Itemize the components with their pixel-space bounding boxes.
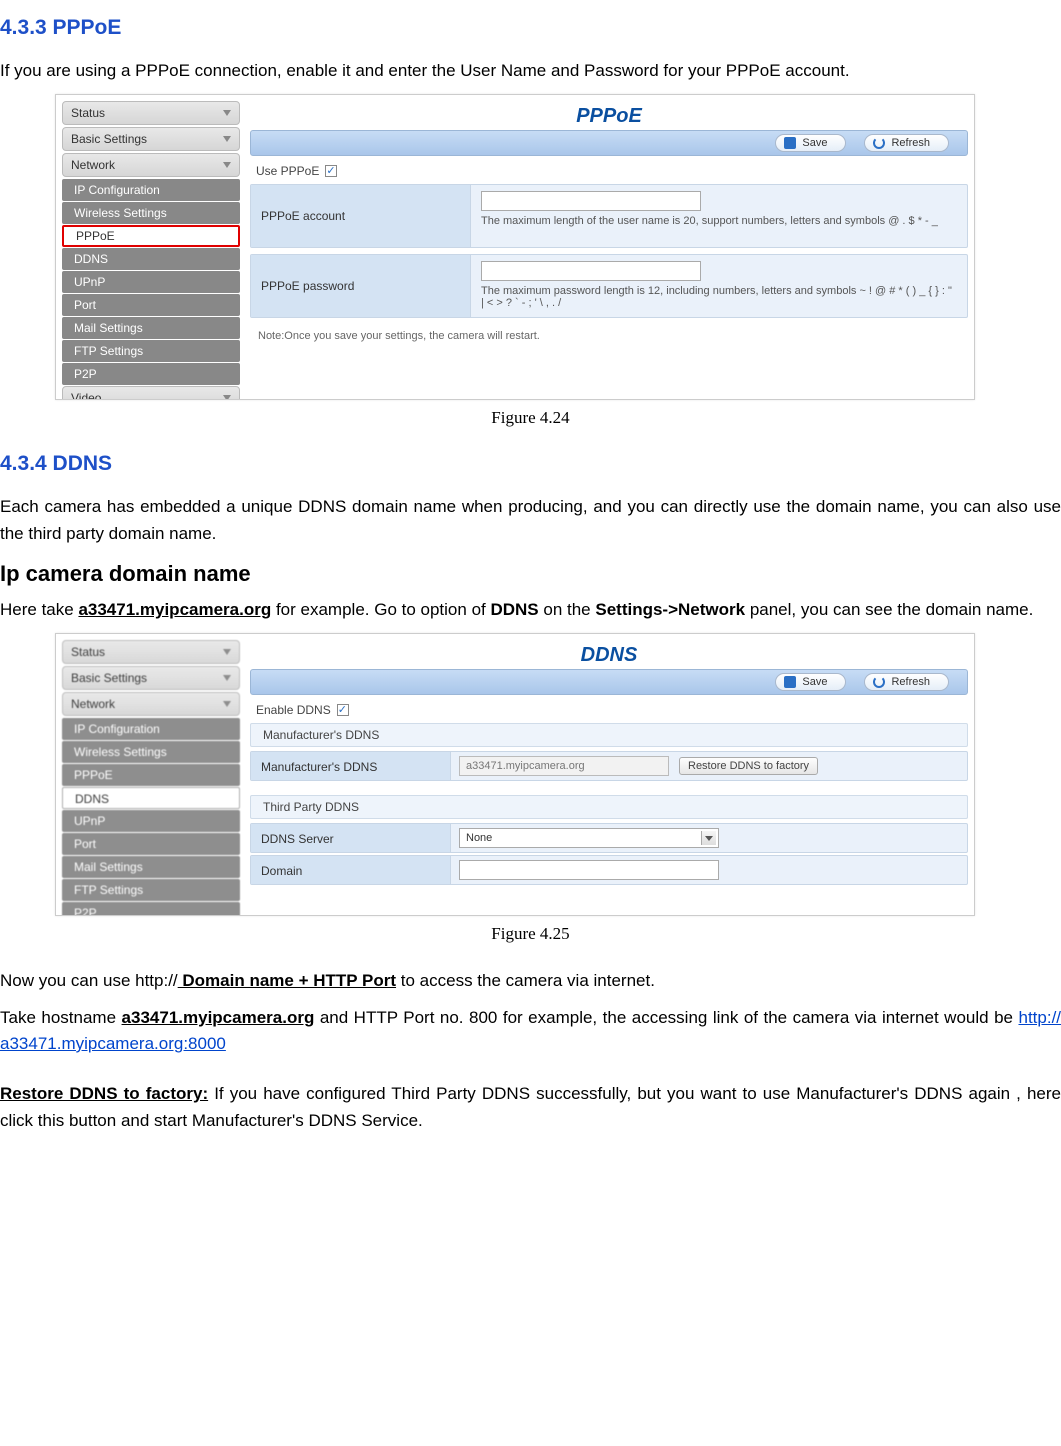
refresh-label: Refresh: [891, 137, 930, 149]
toolbar: Save Refresh: [250, 669, 968, 695]
sidebar-item-network[interactable]: Network: [62, 692, 240, 716]
section-heading-ddns: 4.3.4 DDNS: [0, 452, 1061, 476]
pppoe-password-row: PPPoE password The maximum password leng…: [250, 254, 968, 318]
sidebar-sub-wireless-settings[interactable]: Wireless Settings: [62, 202, 240, 224]
pppoe-account-row: PPPoE account The maximum length of the …: [250, 184, 968, 248]
group-third-party-ddns: Third Party DDNS: [250, 795, 968, 819]
save-icon: [784, 676, 796, 688]
section-heading-pppoe: 4.3.3 PPPoE: [0, 16, 1061, 40]
sidebar-item-basic-settings[interactable]: Basic Settings: [62, 127, 240, 151]
txt: panel, you can see the domain name.: [745, 600, 1033, 619]
save-button[interactable]: Save: [775, 134, 846, 152]
sidebar-sub-p2p[interactable]: P2P: [62, 363, 240, 385]
settings-bold: Settings->Network: [595, 600, 745, 619]
txt: to access the camera via internet.: [396, 971, 655, 990]
txt: Here take: [0, 600, 78, 619]
use-pppoe-row: Use PPPoE: [250, 162, 968, 184]
restore-ddns-button[interactable]: Restore DDNS to factory: [679, 757, 818, 775]
sidebar-sub-port[interactable]: Port: [62, 833, 240, 855]
pppoe-password-input[interactable]: [481, 261, 701, 281]
sidebar-sub-ddns[interactable]: DDNS: [62, 787, 240, 809]
txt: and HTTP Port no. 800 for example, the a…: [314, 1008, 1018, 1027]
ddns-domain-input[interactable]: [459, 860, 719, 880]
txt: Take hostname: [0, 1008, 122, 1027]
panel-title: PPPoE: [250, 101, 968, 130]
restart-note: Note:Once you save your settings, the ca…: [250, 324, 968, 348]
sidebar-sub-mail-settings[interactable]: Mail Settings: [62, 856, 240, 878]
sidebar-item-status[interactable]: Status: [62, 101, 240, 125]
ip-camera-domain-heading: Ip camera domain name: [0, 561, 1061, 587]
group-manufacturers-ddns: Manufacturer's DDNS: [250, 723, 968, 747]
ddns-screenshot: Status Basic Settings Network IP Configu…: [55, 633, 975, 916]
refresh-icon: [873, 137, 885, 149]
sidebar-sub-pppoe[interactable]: PPPoE: [62, 764, 240, 786]
sidebar-sub-ftp-settings[interactable]: FTP Settings: [62, 340, 240, 362]
ddns-domain-label: Domain: [251, 856, 451, 884]
pppoe-account-hint: The maximum length of the user name is 2…: [481, 215, 938, 227]
example-domain: a33471.myipcamera.org: [78, 600, 271, 619]
sidebar-sub-ip-configuration[interactable]: IP Configuration: [62, 718, 240, 740]
panel-title: DDNS: [250, 640, 968, 669]
use-pppoe-label: Use PPPoE: [256, 164, 319, 178]
main-panel: DDNS Save Refresh Enable DDNS Manufactur…: [250, 640, 968, 909]
ddns-server-row: DDNS Server None: [250, 823, 968, 853]
refresh-icon: [873, 676, 885, 688]
manufacturers-ddns-row: Manufacturer's DDNS a33471.myipcamera.or…: [250, 751, 968, 781]
hostname-value: a33471.myipcamera.org: [122, 1008, 315, 1027]
ddns-server-select[interactable]: None: [459, 828, 719, 848]
access-instruction: Now you can use http:// Domain name + HT…: [0, 968, 1061, 994]
txt: Now you can use http://: [0, 971, 178, 990]
figure-caption-2: Figure 4.25: [0, 924, 1061, 944]
mfg-ddns-label: Manufacturer's DDNS: [251, 752, 451, 780]
main-panel: PPPoE Save Refresh Use PPPoE PPPoE accou…: [250, 101, 968, 393]
domain-plus-port: Domain name + HTTP Port: [178, 971, 396, 990]
save-icon: [784, 137, 796, 149]
restore-ddns-lead: Restore DDNS to factory:: [0, 1084, 208, 1103]
sidebar: Status Basic Settings Network IP Configu…: [62, 640, 240, 916]
sidebar-sub-port[interactable]: Port: [62, 294, 240, 316]
sidebar-sub-ddns[interactable]: DDNS: [62, 248, 240, 270]
pppoe-screenshot: Status Basic Settings Network IP Configu…: [55, 94, 975, 400]
txt: for example. Go to option of: [271, 600, 490, 619]
pppoe-intro-text: If you are using a PPPoE connection, ena…: [0, 58, 1061, 84]
sidebar-sub-ip-configuration[interactable]: IP Configuration: [62, 179, 240, 201]
refresh-button[interactable]: Refresh: [864, 134, 949, 152]
save-button[interactable]: Save: [775, 673, 846, 691]
toolbar: Save Refresh: [250, 130, 968, 156]
sidebar-sub-p2p[interactable]: P2P: [62, 902, 240, 916]
sidebar-item-status[interactable]: Status: [62, 640, 240, 664]
sidebar-item-video[interactable]: Video: [62, 386, 240, 400]
save-label: Save: [802, 676, 827, 688]
txt: on the: [539, 600, 596, 619]
sidebar-sub-upnp[interactable]: UPnP: [62, 810, 240, 832]
mfg-ddns-value: a33471.myipcamera.org: [459, 756, 669, 776]
refresh-label: Refresh: [891, 676, 930, 688]
enable-ddns-checkbox[interactable]: [337, 704, 349, 716]
ddns-example-text: Here take a33471.myipcamera.org for exam…: [0, 597, 1061, 623]
sidebar-sub-ftp-settings[interactable]: FTP Settings: [62, 879, 240, 901]
sidebar-item-network[interactable]: Network: [62, 153, 240, 177]
ddns-bold: DDNS: [490, 600, 538, 619]
ddns-domain-row: Domain: [250, 855, 968, 885]
sidebar-item-basic-settings[interactable]: Basic Settings: [62, 666, 240, 690]
refresh-button[interactable]: Refresh: [864, 673, 949, 691]
pppoe-account-label: PPPoE account: [251, 185, 471, 247]
save-label: Save: [802, 137, 827, 149]
sidebar: Status Basic Settings Network IP Configu…: [62, 101, 240, 400]
pppoe-account-input[interactable]: [481, 191, 701, 211]
sidebar-sub-wireless-settings[interactable]: Wireless Settings: [62, 741, 240, 763]
ddns-server-label: DDNS Server: [251, 824, 451, 852]
enable-ddns-label: Enable DDNS: [256, 703, 331, 717]
restore-ddns-paragraph: Restore DDNS to factory: If you have con…: [0, 1081, 1061, 1134]
sidebar-sub-pppoe[interactable]: PPPoE: [62, 225, 240, 247]
sidebar-sub-mail-settings[interactable]: Mail Settings: [62, 317, 240, 339]
pppoe-password-label: PPPoE password: [251, 255, 471, 317]
pppoe-password-hint: The maximum password length is 12, inclu…: [481, 285, 952, 309]
figure-caption-1: Figure 4.24: [0, 408, 1061, 428]
enable-ddns-row: Enable DDNS: [250, 701, 968, 723]
hostname-example: Take hostname a33471.myipcamera.org and …: [0, 1005, 1061, 1058]
sidebar-sub-upnp[interactable]: UPnP: [62, 271, 240, 293]
ddns-intro-text: Each camera has embedded a unique DDNS d…: [0, 494, 1061, 547]
use-pppoe-checkbox[interactable]: [325, 165, 337, 177]
